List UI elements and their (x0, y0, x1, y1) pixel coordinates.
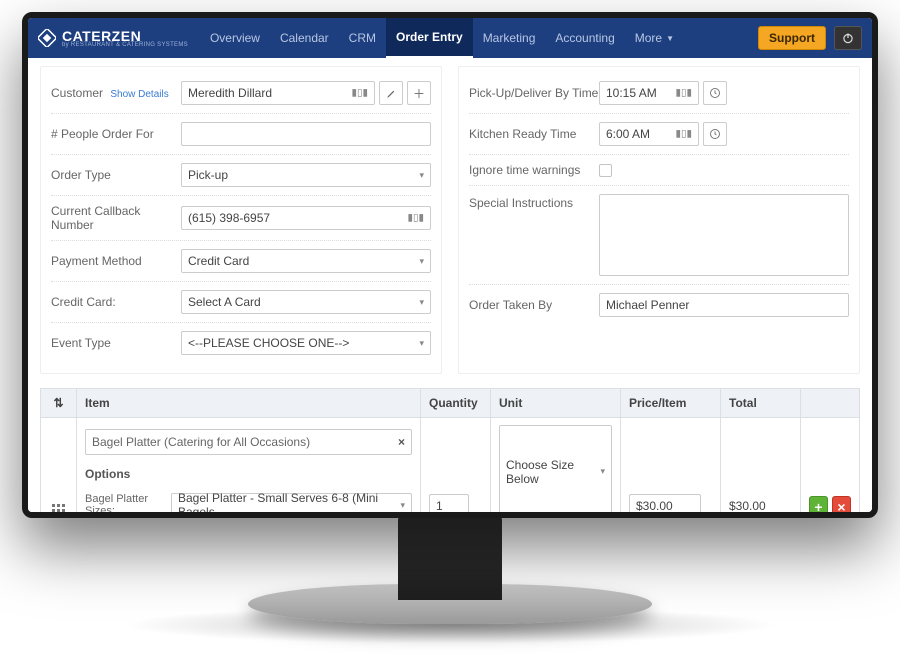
power-icon (841, 31, 855, 45)
line-item-row: Bagel Platter (Catering for All Occasion… (41, 417, 859, 512)
col-unit[interactable]: Unit (491, 389, 621, 417)
customer-label: Customer (51, 86, 103, 100)
pickup-time-label: Pick-Up/Deliver By Time (469, 86, 599, 100)
col-total[interactable]: Total (721, 389, 801, 417)
barcode-icon: ▮▯▮ (351, 88, 368, 99)
payment-label: Payment Method (51, 254, 181, 268)
monitor-neck (398, 516, 502, 600)
card-select[interactable]: Select A Card ▾ (181, 290, 431, 314)
drag-handle-icon[interactable] (52, 504, 66, 512)
option-size-label: Bagel Platter Sizes: (85, 493, 159, 512)
screen: CATERZEN by RESTAURANT & CATERING SYSTEM… (28, 18, 872, 512)
order-taken-by-label: Order Taken By (469, 298, 599, 312)
pickup-time-input[interactable]: 10:15 AM ▮▯▮ (599, 81, 699, 105)
unit-select[interactable]: Choose Size Below ▾ (499, 425, 612, 512)
nav-calendar[interactable]: Calendar (270, 18, 339, 58)
people-input[interactable] (181, 122, 431, 146)
nav-more[interactable]: More▼ (625, 18, 684, 58)
price-input[interactable]: $30.00 (629, 494, 701, 512)
people-label: # People Order For (51, 127, 181, 141)
order-details-left: Customer Show Details Meredith Dillard ▮… (40, 66, 442, 374)
barcode-icon: ▮▯▮ (675, 129, 692, 140)
power-button[interactable] (834, 26, 862, 50)
chevron-down-icon: ▾ (419, 256, 424, 267)
barcode-icon: ▮▯▮ (675, 88, 692, 99)
kitchen-clock-button[interactable] (703, 122, 727, 146)
callback-label: Current Callback Number (51, 204, 181, 232)
brand-logo[interactable]: CATERZEN by RESTAURANT & CATERING SYSTEM… (38, 28, 188, 48)
nav-order-entry[interactable]: Order Entry (386, 18, 473, 58)
add-line-button[interactable]: + (809, 496, 828, 512)
top-nav: CATERZEN by RESTAURANT & CATERING SYSTEM… (28, 18, 872, 58)
customer-input[interactable]: Meredith Dillard ▮▯▮ (181, 81, 375, 105)
add-customer-button[interactable]: ＋ (407, 81, 431, 105)
edit-customer-button[interactable] (379, 81, 403, 105)
chevron-down-icon: ▾ (419, 170, 424, 181)
order-details-right: Pick-Up/Deliver By Time 10:15 AM ▮▯▮ (458, 66, 860, 374)
brand-tagline: by RESTAURANT & CATERING SYSTEMS (62, 42, 188, 48)
special-instructions-label: Special Instructions (469, 194, 599, 210)
payment-select[interactable]: Credit Card ▾ (181, 249, 431, 273)
pickup-clock-button[interactable] (703, 81, 727, 105)
pencil-icon (386, 88, 397, 99)
support-button[interactable]: Support (758, 26, 826, 50)
order-taken-by-input[interactable]: Michael Penner (599, 293, 849, 317)
option-size-select[interactable]: Bagel Platter - Small Serves 6-8 (Mini B… (171, 493, 412, 512)
event-type-label: Event Type (51, 336, 181, 350)
brand-glyph-icon (38, 29, 56, 47)
show-details-link[interactable]: Show Details (110, 89, 168, 100)
callback-input[interactable]: (615) 398-6957 ▮▯▮ (181, 206, 431, 230)
col-item[interactable]: Item (77, 389, 421, 417)
chevron-down-icon: ▼ (666, 34, 674, 43)
order-type-label: Order Type (51, 168, 181, 182)
clear-item-button[interactable]: × (398, 435, 405, 449)
kitchen-time-input[interactable]: 6:00 AM ▮▯▮ (599, 122, 699, 146)
nav-marketing[interactable]: Marketing (473, 18, 546, 58)
col-quantity[interactable]: Quantity (421, 389, 491, 417)
chevron-down-icon: ▾ (419, 297, 424, 308)
monitor-frame: CATERZEN by RESTAURANT & CATERING SYSTEM… (22, 12, 878, 518)
nav-accounting[interactable]: Accounting (545, 18, 624, 58)
event-type-select[interactable]: <--PLEASE CHOOSE ONE--> ▾ (181, 331, 431, 355)
clock-icon (709, 128, 721, 140)
line-items-header: ⇅ Item Quantity Unit Price/Item Total (41, 389, 859, 417)
chevron-down-icon: ▾ (419, 338, 424, 349)
kitchen-time-label: Kitchen Ready Time (469, 127, 599, 141)
item-search-input[interactable]: Bagel Platter (Catering for All Occasion… (85, 429, 412, 455)
barcode-icon: ▮▯▮ (407, 213, 424, 224)
special-instructions-textarea[interactable] (599, 194, 849, 276)
card-label: Credit Card: (51, 295, 181, 309)
nav-overview[interactable]: Overview (200, 18, 270, 58)
col-price[interactable]: Price/Item (621, 389, 721, 417)
line-items-table: ⇅ Item Quantity Unit Price/Item Total (40, 388, 860, 512)
quantity-input[interactable]: 1 (429, 494, 469, 512)
order-type-select[interactable]: Pick-up ▾ (181, 163, 431, 187)
ignore-warnings-checkbox[interactable] (599, 164, 612, 177)
line-total: $30.00 (729, 494, 792, 512)
options-heading: Options (85, 467, 412, 481)
clock-icon (709, 87, 721, 99)
chevron-down-icon: ▾ (600, 466, 605, 477)
col-sort[interactable]: ⇅ (41, 389, 77, 417)
plus-icon: ＋ (413, 85, 425, 102)
ignore-warnings-label: Ignore time warnings (469, 163, 599, 177)
remove-line-button[interactable]: × (832, 496, 851, 512)
chevron-down-icon: ▾ (400, 500, 405, 511)
nav-crm[interactable]: CRM (339, 18, 386, 58)
